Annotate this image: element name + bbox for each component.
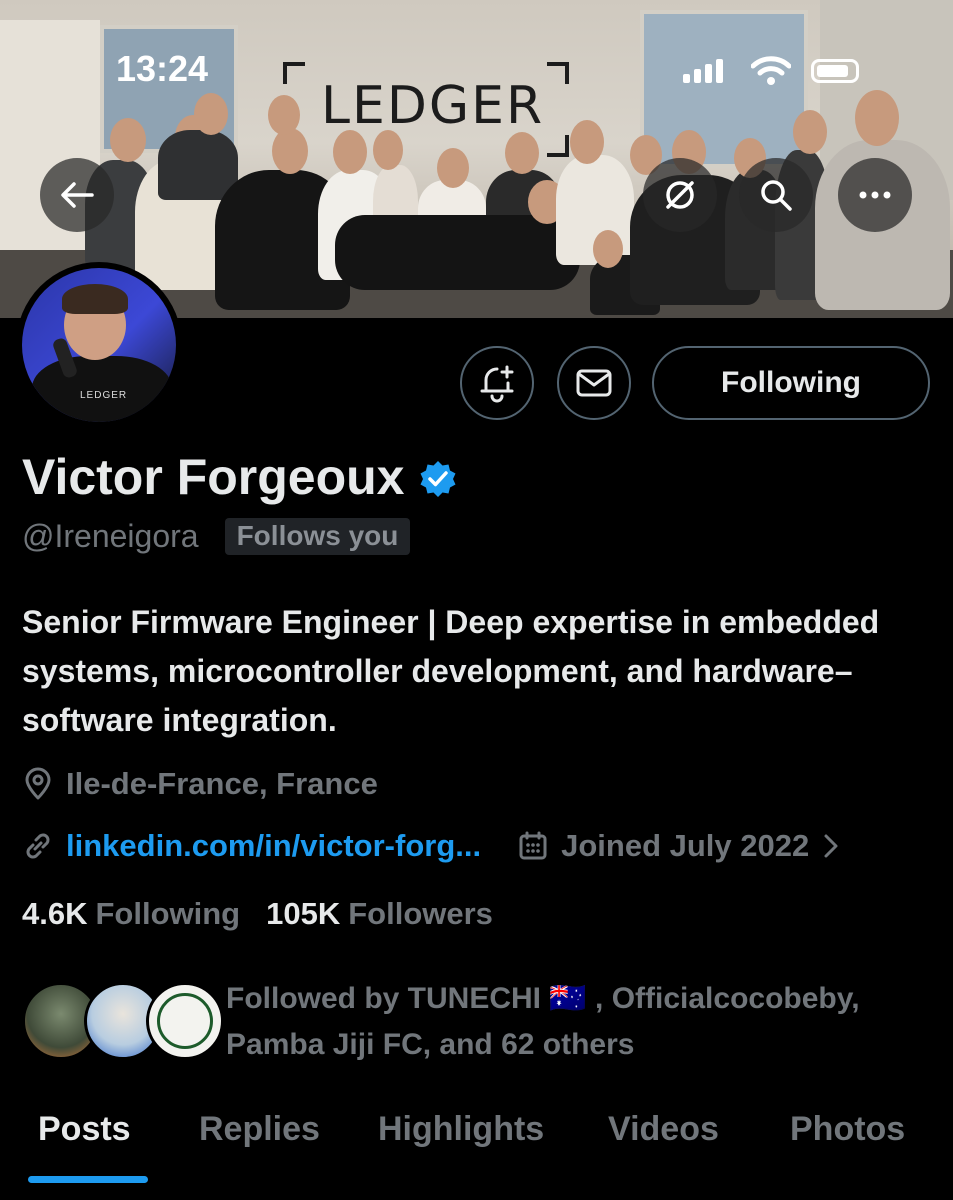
search-button[interactable] xyxy=(739,158,813,232)
calendar-icon xyxy=(519,831,547,860)
profile-name-row: Victor Forgeoux xyxy=(22,448,458,506)
website-link[interactable]: linkedin.com/in/victor-forg... xyxy=(66,828,481,864)
avatar-photo: LEDGER xyxy=(22,268,176,422)
following-button[interactable]: Following xyxy=(652,346,930,420)
handle-row: @Ireneigora Follows you xyxy=(22,518,411,555)
follow-stats: 4.6K Following 105K Followers xyxy=(22,896,493,932)
arrow-left-icon xyxy=(61,182,94,208)
tab-posts[interactable]: Posts xyxy=(38,1110,131,1149)
display-name: Victor Forgeoux xyxy=(22,449,405,505)
follows-you-badge: Follows you xyxy=(224,518,411,555)
verified-badge-icon[interactable] xyxy=(418,459,458,499)
joined-date[interactable]: Joined July 2022 xyxy=(517,828,839,864)
notifications-button[interactable] xyxy=(460,346,534,420)
search-icon xyxy=(761,180,792,211)
link-icon xyxy=(26,833,50,859)
joined-text: Joined July 2022 xyxy=(561,828,810,863)
bell-plus-icon xyxy=(480,365,514,403)
more-icon xyxy=(859,191,891,199)
followers-label: Followers xyxy=(348,896,493,931)
active-tab-indicator xyxy=(28,1176,148,1183)
more-options-button[interactable] xyxy=(838,158,912,232)
avatar-shirt-logo: LEDGER xyxy=(80,390,128,401)
back-button[interactable] xyxy=(40,158,114,232)
following-stat[interactable]: 4.6K Following xyxy=(22,896,240,932)
avatar xyxy=(146,982,224,1060)
following-label: Following xyxy=(95,896,241,931)
banner-window xyxy=(640,10,808,168)
hide-posts-button[interactable] xyxy=(643,158,717,232)
profile-banner[interactable]: LEDGER 13:24 xyxy=(0,0,953,318)
profile-location: Ile-de-France, France xyxy=(22,766,378,802)
tab-videos[interactable]: Videos xyxy=(608,1110,719,1149)
banner-logo-text: LEDGER xyxy=(321,76,545,136)
profile-link-row: linkedin.com/in/victor-forg... Joined Ju… xyxy=(22,828,839,864)
followed-by-text: Followed by TUNECHI 🇦🇺 , Officialcocobeb… xyxy=(226,982,860,1061)
location-pin-icon xyxy=(25,767,51,800)
wifi-icon xyxy=(751,56,791,85)
profile-bio: Senior Firmware Engineer | Deep expertis… xyxy=(22,604,880,738)
user-handle: @Ireneigora xyxy=(22,518,199,554)
location-text: Ile-de-France, France xyxy=(66,766,378,801)
status-time: 13:24 xyxy=(116,48,209,89)
followed-by-row[interactable]: Followed by TUNECHI 🇦🇺 , Officialcocobeb… xyxy=(22,972,942,1062)
profile-tabs: Posts Replies Highlights Videos Photos xyxy=(0,1100,953,1200)
tab-replies[interactable]: Replies xyxy=(199,1110,320,1149)
following-count: 4.6K xyxy=(22,896,88,931)
battery-icon xyxy=(811,59,859,83)
profile-avatar[interactable]: LEDGER xyxy=(16,262,182,428)
chevron-right-icon xyxy=(824,834,838,858)
tab-photos[interactable]: Photos xyxy=(790,1110,905,1149)
envelope-icon xyxy=(576,369,612,397)
message-button[interactable] xyxy=(557,346,631,420)
followers-stat[interactable]: 105K Followers xyxy=(266,896,493,932)
status-icons xyxy=(683,55,873,87)
followers-count: 105K xyxy=(266,896,341,931)
tab-highlights[interactable]: Highlights xyxy=(378,1110,544,1149)
eye-slash-icon xyxy=(666,181,694,209)
